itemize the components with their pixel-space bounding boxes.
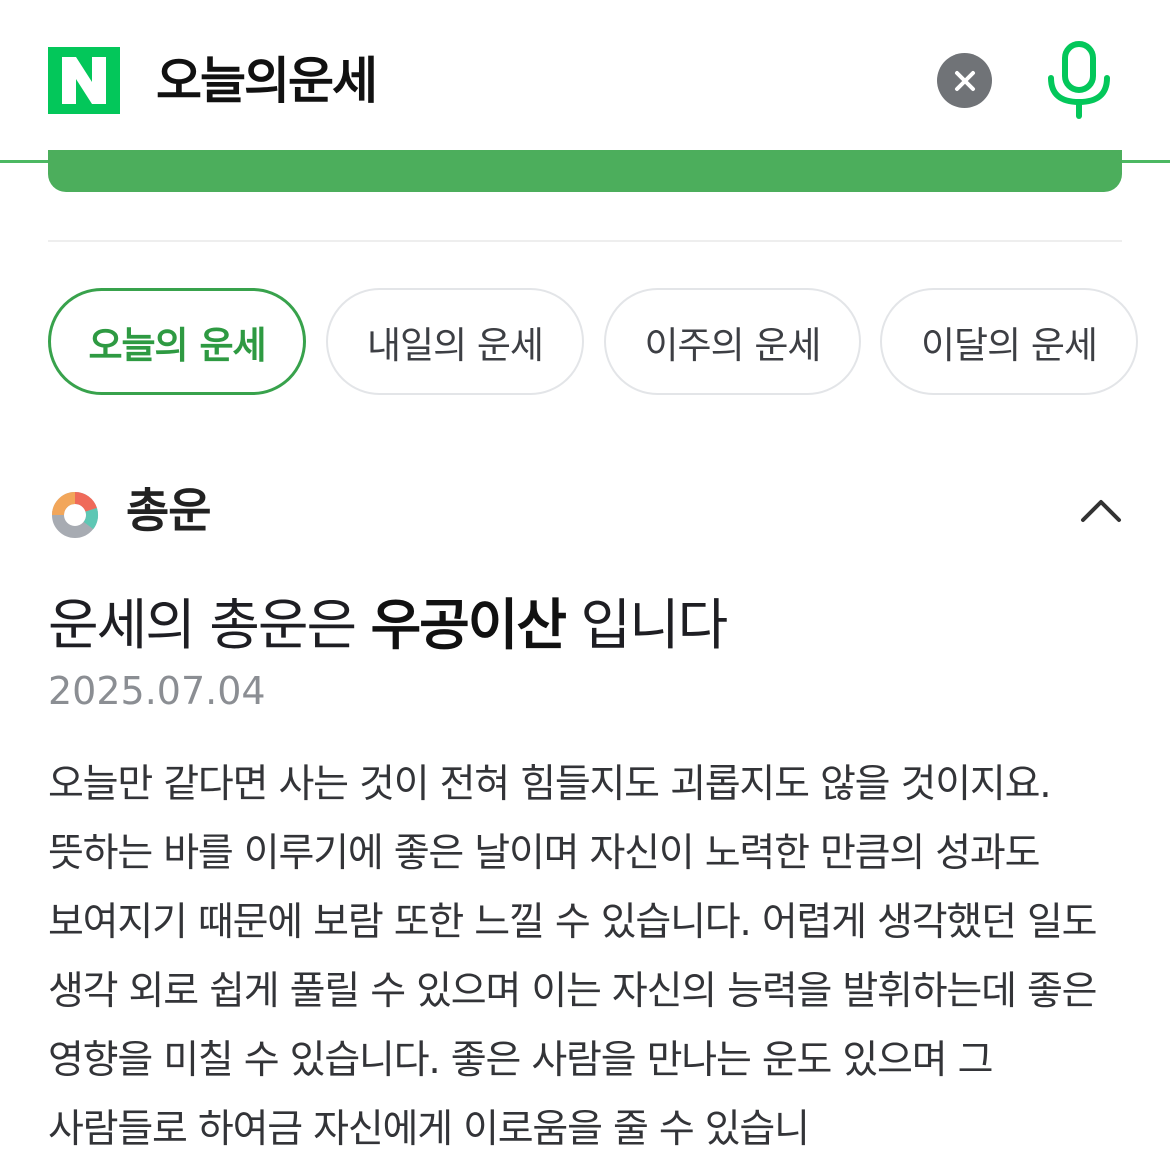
tab-today[interactable]: 오늘의 운세 [48,288,306,395]
headline-prefix: 운세의 총운은 [48,593,357,657]
naver-logo[interactable] [48,47,120,114]
fortune-headline: 운세의 총운은 우공이산 입니다 [48,590,728,660]
chevron-up-icon[interactable] [1080,496,1122,524]
section-title: 총운 [126,484,211,539]
tab-this-month[interactable]: 이달의 운세 [880,288,1138,395]
fortune-date: 2025.07.04 [48,669,266,713]
headline-suffix: 입니다 [580,593,728,657]
search-query[interactable]: 오늘의운세 [156,48,378,114]
headline-highlight: 우공이산 [370,593,567,657]
close-icon [954,70,975,91]
search-header: 오늘의운세 [0,0,1170,163]
section-header[interactable]: 총운 [48,482,1122,544]
clear-search-button[interactable] [937,53,992,108]
donut-chart-icon [52,491,99,538]
fortune-body: 오늘만 같다면 사는 것이 전혀 힘들지도 괴롭지도 않을 것이지요. 뜻하는 … [48,762,1098,1152]
microphone-icon[interactable] [1045,40,1113,120]
result-header-bar [48,150,1122,192]
divider [48,240,1122,242]
tab-this-week[interactable]: 이주의 운세 [604,288,861,395]
tab-tomorrow[interactable]: 내일의 운세 [326,288,584,395]
